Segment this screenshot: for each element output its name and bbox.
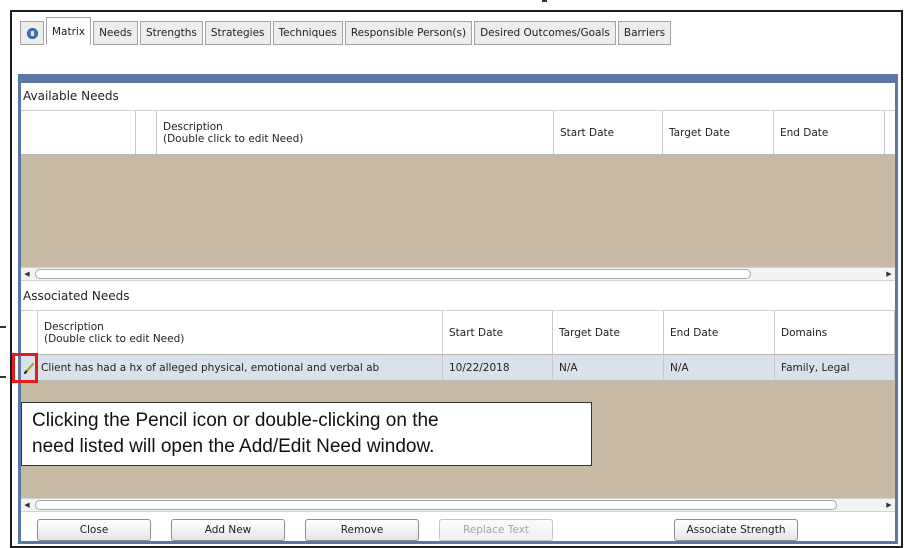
column-header-label: Description [163, 120, 223, 133]
available-needs-header: Description (Double click to edit Need) … [21, 111, 895, 155]
matrix-panel: Available Needs Description (Double clic… [12, 74, 898, 546]
tab-responsible-persons[interactable]: Responsible Person(s) [344, 21, 473, 45]
scroll-right-icon[interactable]: ▶ [883, 499, 895, 511]
callout-line: need listed will open the Add/Edit Need … [32, 436, 435, 457]
pencil-highlight-box [12, 353, 38, 383]
scroll-right-icon[interactable]: ▶ [883, 268, 895, 280]
tab-strengths[interactable]: Strengths [139, 21, 203, 45]
domains-column-header[interactable]: Domains [775, 311, 895, 354]
associated-needs-header: Description (Double click to edit Need) … [21, 311, 895, 355]
scroll-left-icon[interactable]: ◀ [21, 268, 33, 280]
associated-needs-scrollbar[interactable]: ◀ ▶ [21, 498, 895, 512]
column-header-hint: (Double click to edit Need) [44, 332, 185, 345]
scrollbar-thumb[interactable] [35, 269, 751, 279]
tab-info[interactable] [20, 21, 44, 45]
tab-matrix[interactable]: Matrix [46, 17, 92, 45]
margin-mark [0, 376, 6, 378]
start-date-cell[interactable]: 10/22/2018 [443, 355, 553, 380]
scrollbar-thumb[interactable] [35, 500, 837, 510]
target-date-column-header[interactable]: Target Date [553, 311, 664, 354]
margin-mark [542, 0, 547, 2]
target-date-cell[interactable]: N/A [553, 355, 664, 380]
table-row[interactable]: Client has had a hx of alleged physical,… [21, 355, 895, 381]
tab-barriers[interactable]: Barriers [617, 21, 672, 45]
available-needs-scrollbar[interactable]: ◀ ▶ [21, 267, 895, 281]
need-description-cell[interactable]: Client has had a hx of alleged physical,… [38, 355, 443, 380]
start-date-column-header[interactable]: Start Date [554, 111, 663, 154]
row-indicator-column [21, 111, 136, 154]
tab-desired-outcomes-goals[interactable]: Desired Outcomes/Goals [474, 21, 616, 45]
tab-techniques[interactable]: Techniques [272, 21, 343, 45]
scroll-left-icon[interactable]: ◀ [21, 499, 33, 511]
start-date-column-header[interactable]: Start Date [443, 311, 553, 354]
associate-strength-button[interactable]: Associate Strength [674, 519, 798, 541]
row-indicator-column [21, 311, 38, 354]
column-header-label: Description [44, 320, 104, 333]
tab-strategies[interactable]: Strategies [204, 21, 271, 45]
target-date-column-header[interactable]: Target Date [663, 111, 774, 154]
domains-cell[interactable]: Family, Legal [775, 355, 895, 380]
available-needs-title: Available Needs [21, 83, 895, 111]
tab-needs[interactable]: Needs [93, 21, 138, 45]
info-icon [26, 27, 38, 39]
description-column-header[interactable]: Description (Double click to edit Need) [157, 111, 554, 154]
callout-line: Clicking the Pencil icon or double-click… [32, 410, 439, 431]
instruction-callout: Clicking the Pencil icon or double-click… [21, 402, 592, 466]
remove-button[interactable]: Remove [305, 519, 419, 541]
associated-needs-title: Associated Needs [21, 283, 895, 311]
end-date-column-header[interactable]: End Date [774, 111, 885, 154]
tab-strip: Matrix Needs Strengths Strategies Techni… [20, 17, 673, 45]
button-bar: Close Add New Remove Replace Text Associ… [21, 514, 895, 546]
needs-matrix-window: Matrix Needs Strengths Strategies Techni… [10, 10, 903, 548]
description-column-header[interactable]: Description (Double click to edit Need) [38, 311, 443, 354]
end-date-column-header[interactable]: End Date [664, 311, 775, 354]
replace-text-button[interactable]: Replace Text [439, 519, 553, 541]
available-needs-grid-body[interactable] [21, 155, 895, 267]
icon-column [136, 111, 157, 154]
column-header-hint: (Double click to edit Need) [163, 132, 304, 145]
end-date-cell[interactable]: N/A [664, 355, 775, 380]
add-new-button[interactable]: Add New [171, 519, 285, 541]
margin-mark [0, 326, 6, 328]
close-button[interactable]: Close [37, 519, 151, 541]
